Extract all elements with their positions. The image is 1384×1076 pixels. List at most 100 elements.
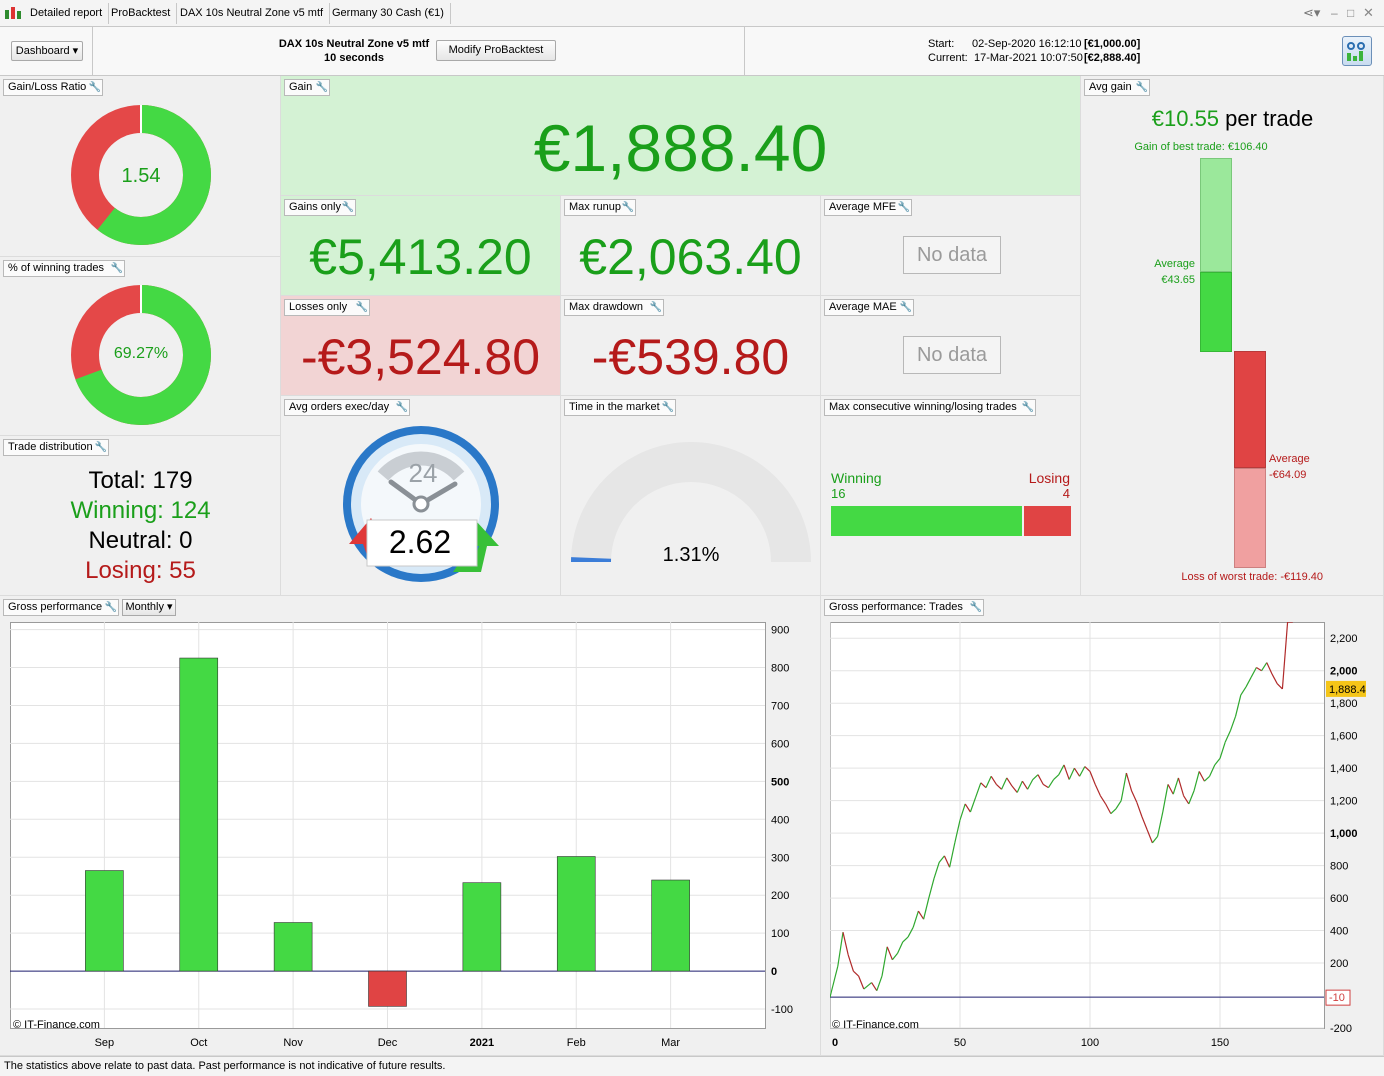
y-tick-label: 300 xyxy=(771,852,789,864)
neutral-label: Neutral: xyxy=(88,527,173,554)
x-tick-label: 2021 xyxy=(470,1037,494,1049)
tab-detailed-report[interactable]: Detailed report xyxy=(24,3,110,24)
wrench-icon[interactable]: 🔧 xyxy=(969,599,984,616)
bar-chart-copyright: © IT-Finance.com xyxy=(13,1019,100,1031)
y-tick-label: 2,200 xyxy=(1330,633,1358,645)
avg-loss-label: Average xyxy=(1269,453,1310,465)
consec-winning-bar xyxy=(831,506,1022,536)
wrench-icon[interactable]: 🔧 xyxy=(355,299,370,316)
wrench-icon[interactable]: 🔧 xyxy=(899,299,914,316)
gains-only-value: €5,413.20 xyxy=(309,229,532,285)
consec-winning-value: 16 xyxy=(831,486,846,501)
max-runup-title: Max runup xyxy=(564,199,622,216)
bar xyxy=(462,882,502,972)
x-tick-label: Dec xyxy=(378,1037,398,1049)
report-settings-icon[interactable] xyxy=(1342,36,1372,66)
max-drawdown-title: Max drawdown xyxy=(564,299,650,316)
time-in-market-value: 1.31% xyxy=(662,544,720,566)
start-date: 02-Sep-2020 16:12:10 xyxy=(972,38,1082,50)
wrench-icon[interactable]: 🔧 xyxy=(94,439,109,456)
worst-trade-label: Loss of worst trade: -€119.40 xyxy=(1181,571,1323,583)
time-in-market-panel: Time in the market 🔧 1.31% xyxy=(561,396,821,596)
wrench-icon[interactable]: 🔧 xyxy=(897,199,912,216)
share-icon[interactable]: ⋖▾ xyxy=(1303,6,1325,20)
current-label: Current: xyxy=(928,52,968,64)
avg-orders-dial-label: 24 xyxy=(408,458,438,488)
gross-trades-panel: Gross performance: Trades 🔧 0 50 100 150 2,2… xyxy=(821,596,1384,1056)
y-tick-label: 900 xyxy=(771,625,789,637)
modify-probacktest-button[interactable]: Modify ProBacktest xyxy=(436,40,556,61)
gain-loss-ratio-value: 1.54 xyxy=(121,165,161,187)
header-divider xyxy=(92,27,93,75)
y-tick-label: 2,000 xyxy=(1330,666,1358,678)
consec-losing-label: Losing xyxy=(1028,470,1070,486)
wrench-icon[interactable]: 🔧 xyxy=(1135,79,1150,96)
close-icon[interactable]: ✕ xyxy=(1363,6,1375,20)
tab-instrument[interactable]: Germany 30 Cash (€1) xyxy=(326,3,451,24)
wrench-icon[interactable]: 🔧 xyxy=(88,79,103,96)
losses-only-panel: Losses only 🔧 -€3,524.80 xyxy=(281,296,561,396)
pct-winning-title: % of winning trades xyxy=(3,260,111,277)
time-in-market-title: Time in the market xyxy=(564,399,662,416)
minimize-icon[interactable]: – xyxy=(1331,6,1343,20)
y-tick-label: 200 xyxy=(771,890,789,902)
wrench-icon[interactable]: 🔧 xyxy=(1021,399,1036,416)
plot-area xyxy=(830,622,1325,1029)
average-mfe-title: Average MFE xyxy=(824,199,898,216)
wrench-icon[interactable]: 🔧 xyxy=(315,79,330,96)
y-tick-label: 500 xyxy=(771,776,789,788)
tab-strategy[interactable]: DAX 10s Neutral Zone v5 mtf xyxy=(174,3,331,24)
tab-probacktest[interactable]: ProBacktest xyxy=(105,3,178,24)
y-tick-label: 200 xyxy=(1330,958,1348,970)
avg-orders-panel: Avg orders exec/day 🔧 24 2.62 xyxy=(281,396,561,596)
avg-gain-title: Avg gain xyxy=(1084,79,1136,96)
y-tick-label: 400 xyxy=(1330,926,1348,938)
wrench-icon[interactable]: 🔧 xyxy=(341,199,356,216)
dashboard-label: Dashboard xyxy=(15,45,70,57)
avg-orders-value: 2.62 xyxy=(388,524,452,560)
trades-line-chart: 0 50 100 150 2,200 2,000 1,800 1,600 1,400 1,200 1… xyxy=(830,622,1366,1049)
total-value: 179 xyxy=(152,467,193,494)
x-tick-label: 50 xyxy=(954,1037,966,1049)
wrench-icon[interactable]: 🔧 xyxy=(395,399,410,416)
gain-loss-ratio-title: Gain/Loss Ratio xyxy=(3,79,89,96)
x-tick-label: Oct xyxy=(190,1037,207,1049)
maximize-icon[interactable]: □ xyxy=(1347,6,1359,20)
gain-value: €1,888.40 xyxy=(533,111,828,185)
avg-gain-value: €43.65 xyxy=(1161,274,1195,286)
consec-losing-value: 4 xyxy=(1062,486,1070,501)
dashboard-dropdown[interactable]: Dashboard ▾ xyxy=(11,41,83,61)
wrench-icon[interactable]: 🔧 xyxy=(104,599,119,616)
clock-gauge-icon xyxy=(343,426,499,582)
total-row: Total: 179 xyxy=(0,467,280,495)
avg-loss-bar xyxy=(1234,351,1266,468)
average-mfe-panel: Average MFE 🔧 No data xyxy=(821,196,1081,296)
app-logo-icon xyxy=(4,6,22,20)
y-tick-label: 1,000 xyxy=(1330,828,1358,840)
max-drawdown-panel: Max drawdown 🔧 -€539.80 xyxy=(561,296,821,396)
winning-label: Winning: xyxy=(70,497,164,524)
consec-winning-label: Winning xyxy=(831,470,882,486)
winning-value: 124 xyxy=(170,497,211,524)
max-drawdown-value: -€539.80 xyxy=(591,329,790,385)
x-tick-label: 150 xyxy=(1211,1037,1229,1049)
period-label: Monthly xyxy=(125,601,164,613)
wrench-icon[interactable]: 🔧 xyxy=(110,260,125,277)
max-consecutive-title: Max consecutive winning/losing trades xyxy=(824,399,1022,416)
wrench-icon[interactable]: 🔧 xyxy=(621,199,636,216)
header-divider-right xyxy=(744,27,745,75)
avg-gain-panel: Avg gain 🔧 €10.55 per trade Gain of best… xyxy=(1081,76,1384,596)
start-value-label: -10 xyxy=(1329,992,1345,1004)
y-tick-label: 1,800 xyxy=(1330,698,1358,710)
average-mae-panel: Average MAE 🔧 No data xyxy=(821,296,1081,396)
x-tick-label: Feb xyxy=(567,1037,586,1049)
losing-row: Losing: 55 xyxy=(0,557,280,585)
neutral-value: 0 xyxy=(179,527,193,554)
losses-only-title: Losses only xyxy=(284,299,356,316)
wrench-icon[interactable]: 🔧 xyxy=(661,399,676,416)
line-chart-copyright: © IT-Finance.com xyxy=(832,1019,919,1031)
worst-trade-bar xyxy=(1234,468,1266,568)
wrench-icon[interactable]: 🔧 xyxy=(649,299,664,316)
period-dropdown[interactable]: Monthly ▾ xyxy=(122,599,176,616)
avg-gain-label: Average xyxy=(1154,258,1195,270)
